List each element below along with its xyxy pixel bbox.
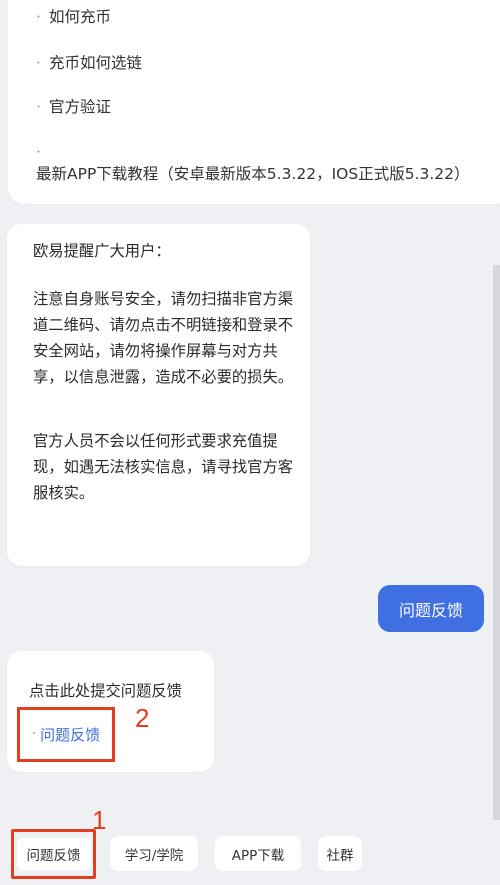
bullet-icon: · (36, 143, 41, 161)
menu-item-app-download[interactable]: · 最新APP下载教程（安卓最新版本5.3.22，IOS正式版5.3.22） (36, 141, 476, 185)
bullet-icon: · (36, 8, 41, 26)
quick-links-card: · 如何充币 · 充币如何选链 · 官方验证 · 最新APP下载教程（安卓最新版本5.3… (8, 0, 500, 204)
menu-item-label: 最新APP下载教程（安卓最新版本5.3.22，IOS正式版5.3.22） (36, 165, 470, 183)
quick-chip-label: 问题反馈 (16, 838, 91, 870)
quick-chip-app-download[interactable]: APP下载 (215, 836, 301, 871)
menu-item-label: 充币如何选链 (48, 54, 142, 72)
notice-paragraph-1: 注意自身账号安全，请勿扫描非官方渠道二维码、请勿点击不明链接和登录不安全网站，请… (33, 290, 294, 386)
feedback-title: 点击此处提交问题反馈 (29, 682, 182, 700)
notice-paragraph-2: 官方人员不会以任何形式要求充值提现，如遇无法核实信息，请寻找官方客服核实。 (33, 432, 294, 502)
feedback-link[interactable]: · 问题反馈 (17, 707, 115, 762)
menu-item-deposit[interactable]: · 如何充币 (36, 6, 111, 28)
quick-chip-community[interactable]: 社群 (318, 836, 362, 871)
user-message-bubble[interactable]: 问题反馈 (378, 585, 484, 632)
scrollbar[interactable] (493, 265, 500, 820)
feedback-link-label: 问题反馈 (40, 726, 101, 744)
bullet-icon: · (36, 54, 41, 72)
quick-chip-feedback[interactable]: 问题反馈 (11, 829, 96, 879)
menu-item-chain[interactable]: · 充币如何选链 (36, 52, 142, 74)
annotation-number-2: 2 (135, 703, 150, 733)
security-notice-card: 欧易提醒广大用户： 注意自身账号安全，请勿扫描非官方渠道二维码、请勿点击不明链接… (7, 224, 310, 566)
bullet-icon: · (31, 727, 37, 742)
menu-item-label: 官方验证 (48, 98, 111, 116)
notice-greeting: 欧易提醒广大用户： (33, 242, 171, 260)
bullet-icon: · (36, 98, 41, 116)
menu-item-label: 如何充币 (48, 8, 111, 26)
quick-chip-study[interactable]: 学习/学院 (110, 836, 198, 871)
menu-item-verify[interactable]: · 官方验证 (36, 96, 111, 118)
